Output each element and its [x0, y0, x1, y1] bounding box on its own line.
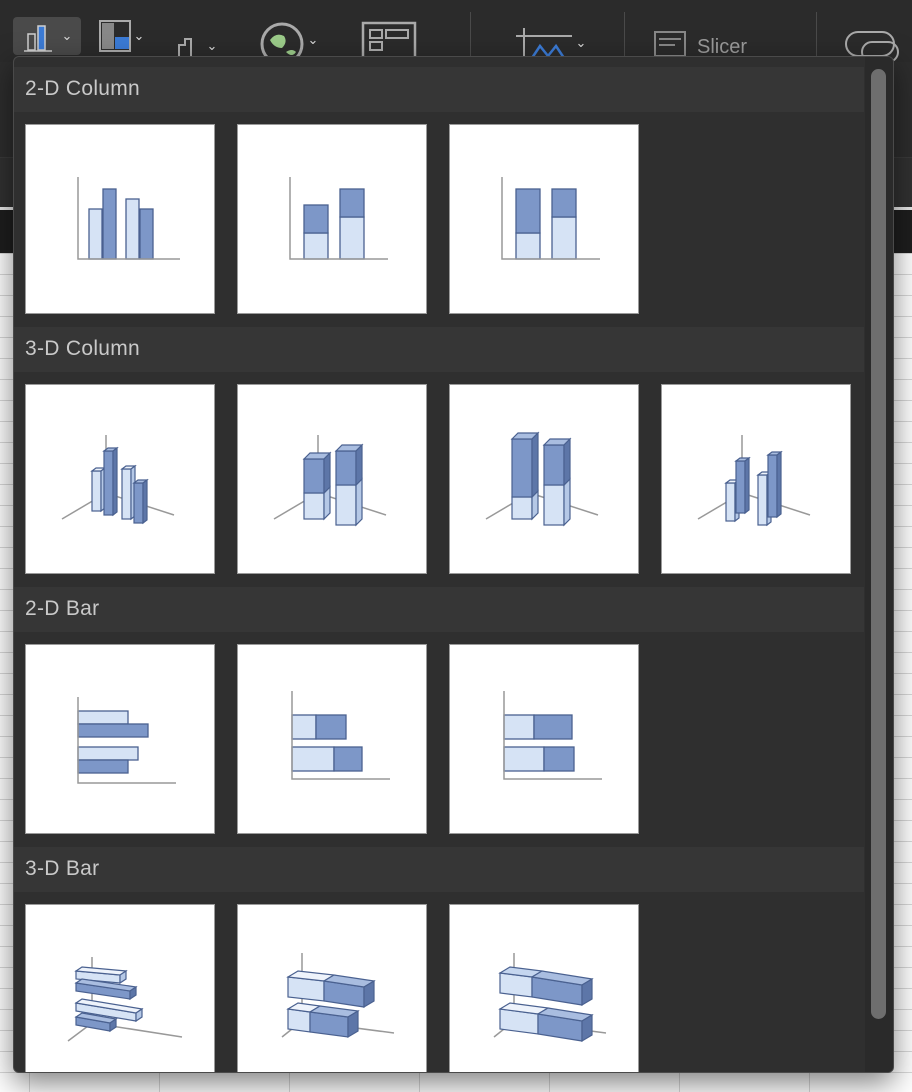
section-title: 3-D Column	[25, 337, 141, 360]
3d-stacked-column-icon	[273, 435, 387, 527]
3d-stacked-column-option[interactable]	[237, 384, 427, 574]
3d-100-stacked-bar-icon	[493, 953, 607, 1043]
3d-stacked-bar-icon	[281, 953, 395, 1039]
3d-100-stacked-bar-option[interactable]	[449, 904, 639, 1072]
hierarchy-chart-icon	[98, 20, 131, 52]
clustered-bar-option[interactable]	[25, 644, 215, 834]
chevron-down-icon: ⌄	[307, 32, 319, 47]
3d-column-option[interactable]	[661, 384, 851, 574]
chevron-down-icon: ⌄	[61, 28, 73, 43]
hierarchy-chart-button[interactable]: ⌄	[90, 17, 152, 55]
clustered-bar-icon	[77, 697, 176, 784]
section-header-3d-column: 3-D Column	[14, 327, 864, 372]
3d-stacked-bar-option[interactable]	[237, 904, 427, 1072]
section-title: 2-D Column	[25, 77, 141, 100]
3d-100-stacked-column-option[interactable]	[449, 384, 639, 574]
section-header-3d-bar: 3-D Bar	[14, 847, 864, 892]
3d-column-icon	[697, 435, 811, 527]
scrollbar-thumb[interactable]	[871, 69, 886, 1019]
chevron-down-icon: ⌄	[575, 35, 587, 50]
chevron-down-icon: ⌄	[133, 28, 145, 43]
3d-clustered-column-option[interactable]	[25, 384, 215, 574]
toolbar-divider	[816, 12, 817, 56]
100-stacked-bar-option[interactable]	[449, 644, 639, 834]
100-stacked-column-option[interactable]	[449, 124, 639, 314]
stacked-column-icon	[289, 177, 388, 260]
3d-clustered-column-icon	[61, 435, 175, 525]
column-chart-icon	[23, 25, 52, 52]
100-stacked-bar-icon	[503, 691, 602, 780]
3d-clustered-bar-option[interactable]	[25, 904, 215, 1072]
section-header-2d-column: 2-D Column	[14, 67, 864, 112]
section-title: 2-D Bar	[25, 597, 100, 620]
toolbar-divider	[470, 12, 471, 56]
100-stacked-column-icon	[501, 177, 600, 260]
3d-100-stacked-column-icon	[485, 431, 599, 527]
chevron-down-icon: ⌄	[206, 38, 218, 53]
3d-clustered-bar-icon	[67, 957, 183, 1042]
clustered-column-option[interactable]	[25, 124, 215, 314]
section-header-2d-bar: 2-D Bar	[14, 587, 864, 632]
stacked-bar-option[interactable]	[237, 644, 427, 834]
stacked-column-option[interactable]	[237, 124, 427, 314]
clustered-column-icon	[77, 177, 180, 260]
stacked-bar-icon	[291, 691, 390, 780]
toolbar-divider	[624, 12, 625, 56]
section-title: 3-D Bar	[25, 857, 100, 880]
ribbon-toolbar: ⌄ ⌄ ⌄ ⌄ ⌄ Slicer	[0, 0, 912, 63]
column-chart-button[interactable]: ⌄	[13, 17, 81, 55]
chart-type-dropdown: 2-D Column 3-D Column 2-D Bar 3-D Bar	[13, 56, 894, 1073]
